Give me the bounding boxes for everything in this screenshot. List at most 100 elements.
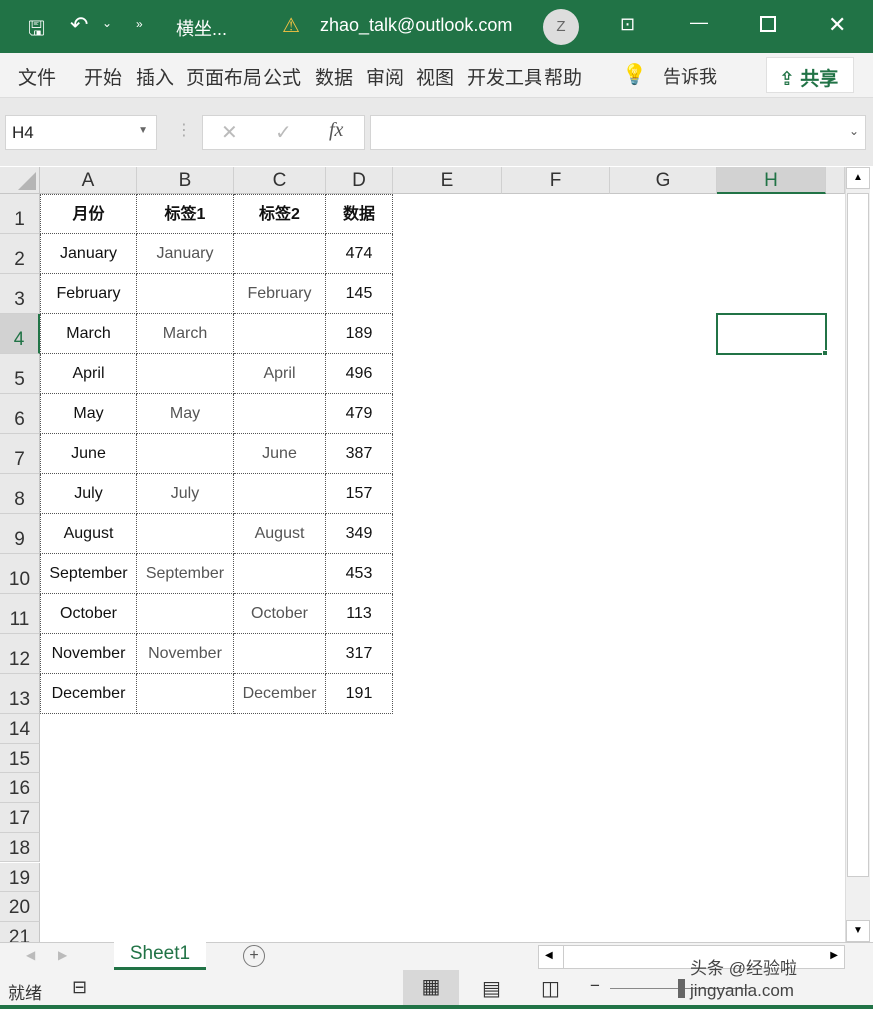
ribbon-tab[interactable]: 视图 (416, 63, 454, 90)
table-cell[interactable]: July (137, 474, 234, 514)
share-button[interactable]: ⇪ 共享 (766, 57, 854, 93)
add-sheet-icon[interactable]: + (243, 945, 265, 967)
table-cell[interactable] (137, 274, 234, 314)
table-cell[interactable]: 157 (326, 474, 393, 514)
table-cell[interactable]: August (234, 514, 326, 554)
table-cell[interactable]: January (137, 234, 234, 274)
tell-me-search[interactable]: 告诉我 (663, 63, 717, 89)
table-cell[interactable]: April (40, 354, 137, 394)
table-cell[interactable] (137, 354, 234, 394)
table-cell[interactable]: 145 (326, 274, 393, 314)
table-cell[interactable]: 387 (326, 434, 393, 474)
table-cell[interactable] (137, 594, 234, 634)
table-cell[interactable] (234, 474, 326, 514)
undo-icon[interactable]: ↶ (70, 12, 88, 38)
row-header-16[interactable]: 16 (0, 773, 40, 804)
ribbon-tab[interactable]: 帮助 (544, 63, 582, 90)
row-header-2[interactable]: 2 (0, 234, 40, 274)
row-header-4[interactable]: 4 (0, 314, 40, 354)
scroll-left-button[interactable]: ◀ (545, 950, 553, 961)
table-cell[interactable] (234, 394, 326, 434)
ribbon-tab[interactable]: 文件 (18, 63, 56, 90)
column-header-h[interactable]: H (717, 167, 826, 194)
table-cell[interactable]: March (40, 314, 137, 354)
table-cell[interactable]: 453 (326, 554, 393, 594)
row-header-9[interactable]: 9 (0, 514, 40, 554)
row-header-12[interactable]: 12 (0, 634, 40, 674)
row-header-3[interactable]: 3 (0, 274, 40, 314)
ribbon-tab[interactable]: 开始 (84, 63, 122, 90)
formula-input[interactable]: ⌄ (370, 115, 866, 150)
table-cell[interactable]: May (40, 394, 137, 434)
table-header-cell[interactable]: 月份 (40, 194, 137, 234)
fill-handle[interactable] (822, 350, 828, 356)
column-header-b[interactable]: B (137, 167, 234, 194)
sheet-tab-sheet1[interactable]: Sheet1 (114, 942, 206, 970)
column-header-g[interactable]: G (610, 167, 717, 194)
row-header-20[interactable]: 20 (0, 892, 40, 922)
more-commands-icon[interactable]: » (136, 17, 143, 31)
next-sheet-icon[interactable]: ▶ (58, 948, 67, 962)
table-cell[interactable]: July (40, 474, 137, 514)
account-name[interactable]: zhao_talk@outlook.com (320, 15, 512, 36)
scroll-thumb[interactable] (847, 193, 869, 877)
table-cell[interactable]: 474 (326, 234, 393, 274)
row-header-5[interactable]: 5 (0, 354, 40, 394)
table-cell[interactable]: October (234, 594, 326, 634)
close-button[interactable]: ✕ (828, 12, 846, 38)
scroll-down-button[interactable]: ▼ (846, 920, 870, 942)
table-cell[interactable]: December (40, 674, 137, 714)
ribbon-tab[interactable]: 审阅 (366, 63, 404, 90)
row-header-10[interactable]: 10 (0, 554, 40, 594)
zoom-out-button[interactable]: − (590, 976, 600, 996)
page-layout-view-button[interactable]: ▤ (482, 976, 501, 1001)
page-break-view-button[interactable]: ◫ (541, 976, 560, 1001)
macro-record-icon[interactable]: ⊟ (72, 977, 87, 998)
table-header-cell[interactable]: 标签1 (137, 194, 234, 234)
name-box-dropdown-icon[interactable]: ▼ (138, 125, 148, 136)
column-header-f[interactable]: F (502, 167, 610, 194)
row-header-8[interactable]: 8 (0, 474, 40, 514)
table-cell[interactable]: 113 (326, 594, 393, 634)
table-cell[interactable]: 496 (326, 354, 393, 394)
vertical-scrollbar[interactable]: ▲ ▼ (845, 167, 870, 942)
table-header-cell[interactable]: 标签2 (234, 194, 326, 234)
table-cell[interactable] (234, 554, 326, 594)
table-cell[interactable]: October (40, 594, 137, 634)
expand-formula-icon[interactable]: ⌄ (849, 124, 859, 138)
name-box[interactable]: H4 ▼ (5, 115, 157, 150)
table-cell[interactable]: December (234, 674, 326, 714)
normal-view-button[interactable]: ▦ (403, 970, 459, 1005)
column-header-c[interactable]: C (234, 167, 326, 194)
row-header-13[interactable]: 13 (0, 674, 40, 714)
row-header-6[interactable]: 6 (0, 394, 40, 434)
table-cell[interactable]: April (234, 354, 326, 394)
row-header-1[interactable]: 1 (0, 194, 40, 234)
table-cell[interactable]: February (40, 274, 137, 314)
ribbon-tab[interactable]: 开发工具 (467, 63, 541, 90)
table-cell[interactable]: June (40, 434, 137, 474)
table-cell[interactable]: November (137, 634, 234, 674)
table-cell[interactable] (137, 674, 234, 714)
table-header-cell[interactable]: 数据 (326, 194, 393, 234)
table-cell[interactable]: March (137, 314, 234, 354)
row-header-15[interactable]: 15 (0, 743, 40, 774)
selected-cell-h4[interactable] (716, 313, 827, 355)
cancel-icon[interactable]: ✕ (221, 120, 238, 145)
column-header-a[interactable]: A (40, 167, 137, 194)
ribbon-tab[interactable]: 数据 (315, 63, 353, 90)
row-header-19[interactable]: 19 (0, 862, 40, 893)
table-cell[interactable]: February (234, 274, 326, 314)
table-cell[interactable]: 479 (326, 394, 393, 434)
column-header-d[interactable]: D (326, 167, 393, 194)
row-header-11[interactable]: 11 (0, 594, 40, 634)
minimize-button[interactable]: — (690, 12, 708, 33)
row-header-18[interactable]: 18 (0, 832, 40, 863)
table-cell[interactable]: 189 (326, 314, 393, 354)
select-all-corner[interactable] (0, 167, 40, 194)
insert-function-icon[interactable]: fx (329, 119, 343, 142)
row-header-14[interactable]: 14 (0, 714, 40, 744)
table-cell[interactable] (137, 514, 234, 554)
ribbon-tab[interactable]: 公式 (263, 63, 301, 90)
table-cell[interactable]: August (40, 514, 137, 554)
